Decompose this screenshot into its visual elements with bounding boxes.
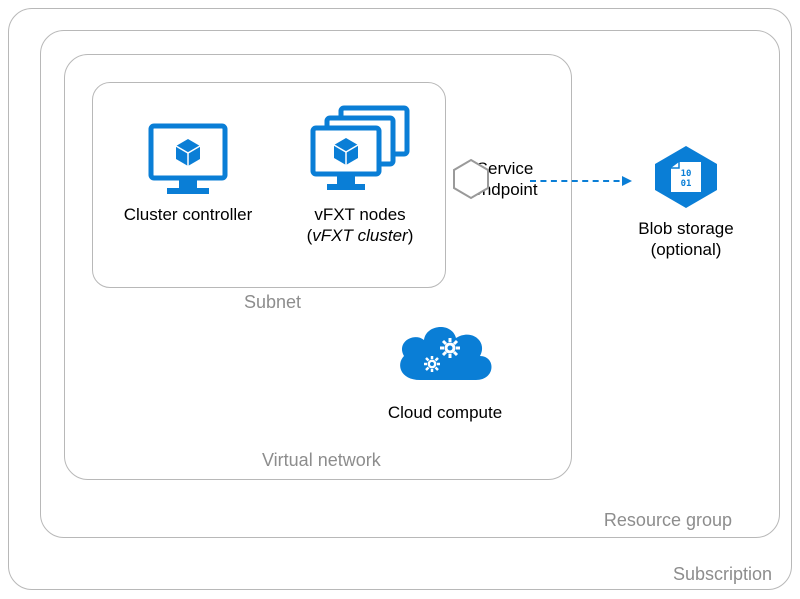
cloud-gears-icon bbox=[390, 318, 500, 396]
monitor-cube-stack-icon bbox=[305, 102, 415, 198]
hexagon-outline-icon bbox=[450, 158, 492, 200]
vfxt-nodes-item: vFXT nodes (vFXT cluster) bbox=[280, 102, 440, 247]
blob-storage-label-2: (optional) bbox=[651, 240, 722, 259]
subscription-label: Subscription bbox=[673, 564, 772, 585]
cloud-compute-item: Cloud compute bbox=[360, 318, 530, 423]
cluster-controller-item: Cluster controller bbox=[108, 122, 268, 225]
vfxt-nodes-label-1: vFXT nodes bbox=[314, 205, 405, 224]
cluster-controller-label: Cluster controller bbox=[108, 204, 268, 225]
blob-storage-label-1: Blob storage bbox=[638, 219, 733, 238]
cloud-compute-label: Cloud compute bbox=[360, 402, 530, 423]
resource-group-label: Resource group bbox=[604, 510, 732, 531]
vfxt-nodes-label-2: vFXT cluster bbox=[312, 226, 407, 245]
blob-hexagon-icon: 10 01 bbox=[649, 142, 723, 212]
svg-text:10: 10 bbox=[681, 169, 692, 179]
vfxt-nodes-paren-r: ) bbox=[408, 226, 414, 245]
virtual-network-label: Virtual network bbox=[262, 450, 381, 471]
svg-text:01: 01 bbox=[681, 179, 692, 189]
blob-storage-item: 10 01 Blob storage (optional) bbox=[616, 142, 756, 261]
subnet-label: Subnet bbox=[244, 292, 301, 313]
monitor-cube-icon bbox=[145, 122, 231, 198]
endpoint-to-blob-arrow bbox=[530, 180, 630, 182]
